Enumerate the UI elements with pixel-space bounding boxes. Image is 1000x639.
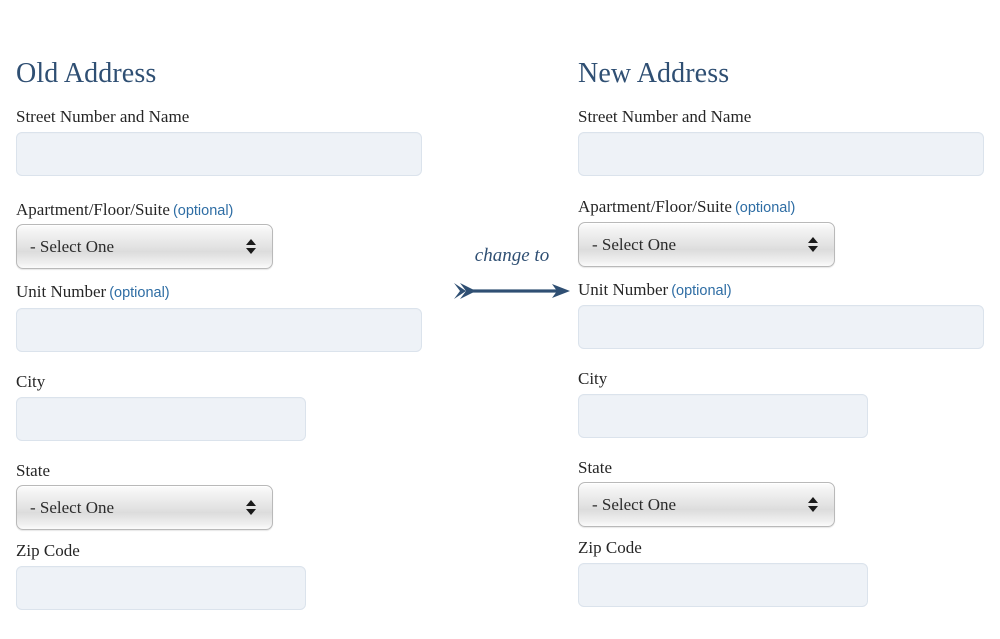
chevron-up-icon (808, 497, 818, 503)
select-stepper-arrows-icon (240, 239, 262, 254)
old-zip-label: Zip Code (16, 542, 80, 559)
old-city-label: City (16, 373, 45, 390)
old-state-label: State (16, 462, 50, 479)
new-apartment-select[interactable]: - Select One (578, 222, 835, 267)
select-stepper-arrows-icon (802, 497, 824, 512)
new-street-input[interactable] (578, 132, 984, 176)
new-street-label: Street Number and Name (578, 108, 751, 125)
change-to-indicator: change to (452, 246, 572, 302)
old-street-input[interactable] (16, 132, 422, 176)
old-apartment-optional-text: (optional) (172, 203, 234, 219)
new-state-label: State (578, 459, 612, 476)
new-apartment-label: Apartment/Floor/Suite (optional) (578, 198, 795, 216)
right-arrow-icon (454, 283, 570, 299)
select-stepper-arrows-icon (240, 500, 262, 515)
old-apartment-select[interactable]: - Select One (16, 224, 273, 269)
old-city-input[interactable] (16, 397, 306, 441)
chevron-down-icon (808, 246, 818, 252)
new-unit-label: Unit Number (optional) (578, 281, 732, 299)
old-state-select-value: - Select One (30, 498, 115, 517)
new-apartment-optional-text: (optional) (734, 200, 796, 216)
new-apartment-label-text: Apartment/Floor/Suite (578, 197, 732, 216)
chevron-down-icon (246, 509, 256, 515)
old-street-label: Street Number and Name (16, 108, 189, 125)
old-state-label-text: State (16, 461, 50, 480)
chevron-up-icon (808, 237, 818, 243)
old-apartment-select-value: - Select One (30, 237, 115, 256)
new-apartment-select-value: - Select One (592, 235, 677, 254)
new-city-label: City (578, 370, 607, 387)
new-unit-optional-text: (optional) (671, 283, 732, 299)
chevron-up-icon (246, 239, 256, 245)
new-zip-label: Zip Code (578, 539, 642, 556)
old-zip-input[interactable] (16, 566, 306, 610)
old-zip-label-text: Zip Code (16, 541, 80, 560)
old-unit-input[interactable] (16, 308, 422, 352)
new-state-select[interactable]: - Select One (578, 482, 835, 527)
address-change-form: Old Address Street Number and Name Apart… (0, 0, 1000, 639)
new-zip-input[interactable] (578, 563, 868, 607)
new-unit-input[interactable] (578, 305, 984, 349)
new-address-heading: New Address (578, 58, 730, 89)
change-to-label: change to (474, 245, 550, 266)
old-state-select[interactable]: - Select One (16, 485, 273, 530)
new-street-label-text: Street Number and Name (578, 107, 752, 126)
chevron-up-icon (246, 500, 256, 506)
new-state-label-text: State (578, 458, 612, 477)
old-apartment-label: Apartment/Floor/Suite (optional) (16, 201, 233, 219)
new-city-label-text: City (578, 369, 608, 388)
select-stepper-arrows-icon (802, 237, 824, 252)
new-unit-label-text: Unit Number (578, 280, 669, 299)
chevron-down-icon (808, 506, 818, 512)
old-apartment-label-text: Apartment/Floor/Suite (16, 200, 170, 219)
old-city-label-text: City (16, 372, 46, 391)
old-address-heading: Old Address (16, 58, 157, 89)
new-zip-label-text: Zip Code (578, 538, 642, 557)
old-unit-optional-text: (optional) (109, 285, 170, 301)
new-state-select-value: - Select One (592, 495, 677, 514)
old-unit-label: Unit Number (optional) (16, 283, 170, 301)
old-street-label-text: Street Number and Name (16, 107, 190, 126)
old-unit-label-text: Unit Number (16, 282, 107, 301)
chevron-down-icon (246, 248, 256, 254)
new-city-input[interactable] (578, 394, 868, 438)
